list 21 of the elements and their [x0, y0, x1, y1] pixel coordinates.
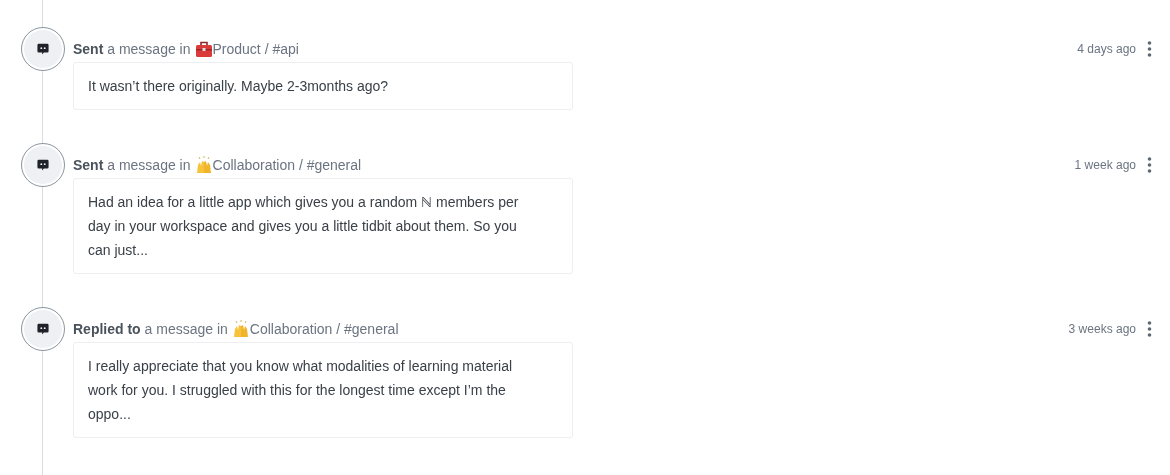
more-options-icon[interactable]	[1146, 156, 1152, 174]
more-options-icon[interactable]	[1146, 320, 1152, 338]
toolbox-icon	[194, 40, 213, 58]
channel-name: Collaboration / #general	[249, 321, 399, 337]
activity-text: Replied to a message in	[73, 321, 228, 337]
timestamp: 4 days ago	[1077, 42, 1136, 56]
chat-bubble-avatar	[21, 307, 65, 351]
raised-hands-icon	[194, 156, 213, 174]
chat-bubble-avatar	[21, 143, 65, 187]
timestamp: 1 week ago	[1074, 158, 1136, 172]
message-text: Had an idea for a little app which gives you a random ℕ members per day in your workspace and gives you a little tidbit about them. So you can just...	[88, 193, 520, 260]
chat-bubble-avatar	[21, 27, 65, 71]
message-text: I really appreciate that you know what modalities of learning material work for you. I struggled with this for the longest time except I’m the oppo...	[88, 357, 514, 424]
message-text: It wasn’t there originally. Maybe 2-3months ago?	[88, 77, 390, 96]
raised-hands-icon	[231, 320, 250, 338]
activity-text: Sent a message in	[73, 157, 191, 173]
channel-name: Product / #api	[212, 41, 299, 57]
more-options-icon[interactable]	[1146, 40, 1152, 58]
channel-name: Collaboration / #general	[212, 157, 362, 173]
activity-text: Sent a message in	[73, 41, 191, 57]
timestamp: 3 weeks ago	[1068, 322, 1136, 336]
